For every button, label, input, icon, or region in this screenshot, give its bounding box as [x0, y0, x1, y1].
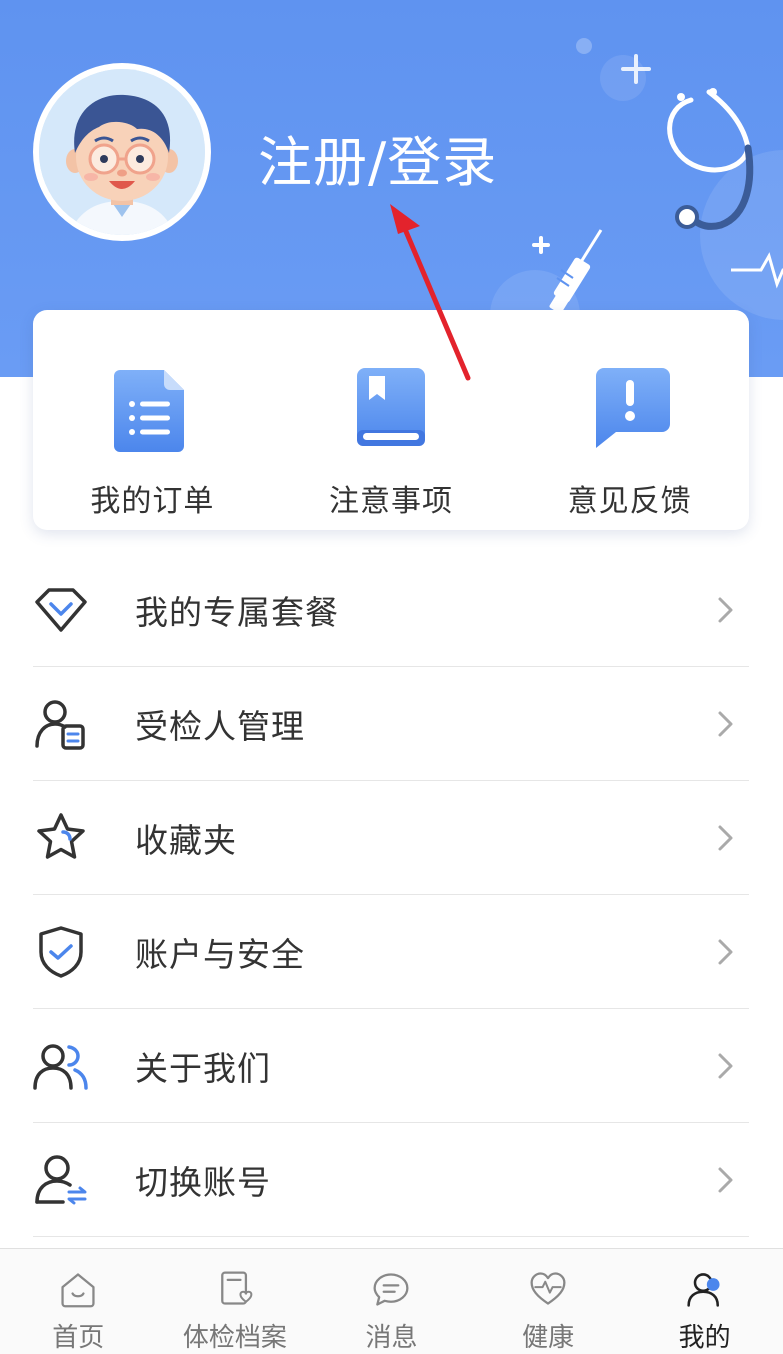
my-orders-label: 我的订单 [90, 484, 215, 519]
heart-pulse-icon [530, 1272, 566, 1305]
diamond-icon [35, 587, 87, 632]
menu-item-examinee-management[interactable]: 受检人管理 [33, 667, 749, 781]
tab-label: 体检档案 [182, 1323, 287, 1353]
health-record-icon [221, 1271, 253, 1305]
menu-item-label: 受检人管理 [135, 706, 305, 746]
menu-item-switch-account[interactable]: 切换账号 [33, 1123, 749, 1237]
home-icon [61, 1273, 95, 1308]
tab-label: 我的 [678, 1323, 731, 1353]
users-icon [33, 1043, 88, 1090]
stethoscope-icon [667, 88, 754, 230]
tab-health[interactable]: 健康 [470, 1249, 627, 1354]
tab-health-records[interactable]: 体检档案 [157, 1249, 314, 1354]
tab-messages[interactable]: 消息 [313, 1249, 470, 1354]
menu-item-label: 收藏夹 [135, 820, 237, 860]
star-icon [37, 812, 85, 859]
quick-actions-card: 我的订单 注意事项 意见反馈 [33, 310, 749, 530]
chevron-right-icon [718, 939, 733, 964]
tab-home[interactable]: 首页 [0, 1249, 157, 1354]
chevron-right-icon [718, 1053, 733, 1078]
chevron-right-icon [718, 825, 733, 850]
tab-label: 首页 [52, 1323, 105, 1353]
menu-item-favorites[interactable]: 收藏夹 [33, 781, 749, 895]
tab-label: 健康 [522, 1323, 575, 1353]
menu-item-label: 账户与安全 [135, 934, 305, 974]
menu-item-exclusive-package[interactable]: 我的专属套餐 [33, 553, 749, 667]
chevron-right-icon [718, 597, 733, 622]
my-orders-button[interactable]: 我的订单 [33, 310, 272, 530]
notices-button[interactable]: 注意事项 [272, 310, 511, 530]
avatar[interactable] [33, 63, 211, 241]
small-plus-icon [532, 236, 550, 254]
settings-menu: 我的专属套餐 受检人管理 收藏夹 账户与安全 关于我们 切换账号 [33, 553, 749, 1237]
tab-mine[interactable]: 我的 [626, 1249, 783, 1354]
notices-label: 注意事项 [329, 484, 453, 519]
feedback-icon [595, 368, 670, 448]
plus-decor-icon [621, 54, 651, 84]
menu-item-label: 关于我们 [135, 1048, 271, 1088]
pulse-line [731, 252, 783, 289]
chevron-right-icon [718, 1167, 733, 1192]
avatar-image [39, 69, 205, 235]
menu-item-label: 我的专属套餐 [135, 592, 339, 632]
menu-item-account-security[interactable]: 账户与安全 [33, 895, 749, 1009]
message-icon [373, 1273, 409, 1306]
document-list-icon [114, 370, 185, 452]
bottom-tab-bar: 首页 体检档案 消息 健康 我的 [0, 1248, 783, 1354]
chevron-right-icon [718, 711, 733, 736]
syringe-icon [549, 229, 603, 314]
switch-user-icon [35, 1154, 87, 1204]
book-icon [357, 368, 425, 446]
tab-label: 消息 [365, 1323, 418, 1353]
profile-icon [687, 1273, 720, 1307]
menu-item-label: 切换账号 [135, 1162, 271, 1202]
menu-item-about-us[interactable]: 关于我们 [33, 1009, 749, 1123]
login-register-link[interactable]: 注册/登录 [258, 118, 497, 197]
feedback-label: 意见反馈 [567, 484, 692, 519]
user-card-icon [35, 699, 85, 750]
feedback-button[interactable]: 意见反馈 [510, 310, 749, 530]
shield-check-icon [39, 925, 83, 978]
